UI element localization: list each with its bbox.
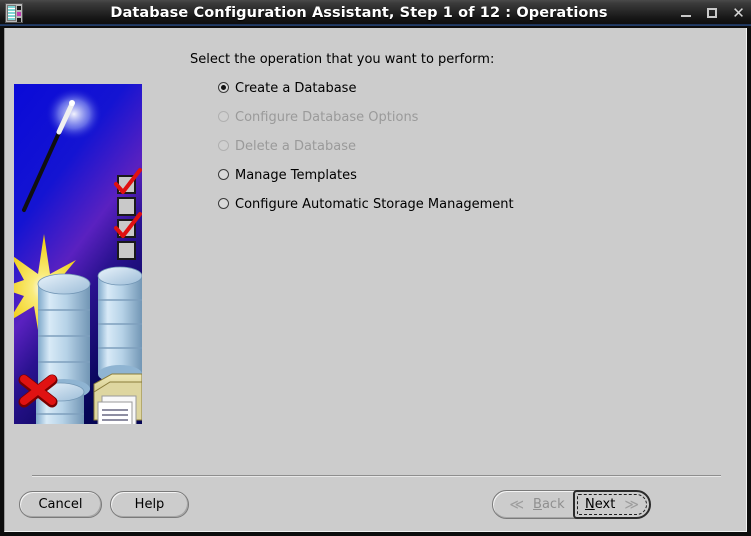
app-icon-dots xyxy=(17,6,21,22)
app-icon-dot-1 xyxy=(17,6,21,10)
window-title: Database Configuration Assistant, Step 1… xyxy=(110,5,608,21)
radio-configure-database-options: Configure Database Options xyxy=(190,108,730,126)
radio-indicator xyxy=(218,140,229,151)
help-button[interactable]: Help xyxy=(110,491,189,518)
radio-label: Manage Templates xyxy=(235,167,357,183)
dbca-splash-graphic xyxy=(14,84,142,424)
prompt-label: Select the operation that you want to pe… xyxy=(190,52,495,67)
radio-label: Delete a Database xyxy=(235,138,356,154)
title-bar[interactable]: Database Configuration Assistant, Step 1… xyxy=(0,0,751,26)
close-icon[interactable]: ✕ xyxy=(732,6,745,21)
footer-separator xyxy=(32,475,721,477)
app-icon-dot-2 xyxy=(17,12,21,16)
database-cylinder-icon xyxy=(97,266,142,383)
splash-artwork-svg xyxy=(14,84,142,424)
radio-label: Create a Database xyxy=(235,80,357,96)
radio-indicator[interactable] xyxy=(218,169,229,180)
app-icon-grid xyxy=(7,5,16,21)
radio-indicator[interactable] xyxy=(218,82,229,93)
application-window: Database Configuration Assistant, Step 1… xyxy=(0,0,751,536)
minimize-icon[interactable] xyxy=(680,6,693,20)
radio-configure-automatic-storage-management[interactable]: Configure Automatic Storage Management xyxy=(190,195,730,213)
database-app-icon xyxy=(5,3,23,23)
back-button-label: Back xyxy=(533,497,565,512)
radio-indicator xyxy=(218,111,229,122)
folder-documents-icon xyxy=(93,373,142,424)
operations-panel: Select the operation that you want to pe… xyxy=(190,52,730,224)
radio-label: Configure Automatic Storage Management xyxy=(235,196,514,212)
next-button-label: Next xyxy=(585,497,616,512)
navigation-button-group: ≪ Back Next ≫ xyxy=(492,490,651,519)
maximize-icon[interactable] xyxy=(706,6,719,20)
cancel-button[interactable]: Cancel xyxy=(19,491,102,518)
radio-create-a-database[interactable]: Create a Database xyxy=(190,79,730,97)
next-button[interactable]: Next ≫ xyxy=(573,490,651,519)
chevron-right-icon: ≫ xyxy=(624,496,639,513)
radio-manage-templates[interactable]: Manage Templates xyxy=(190,166,730,184)
dialog-client-area: Select the operation that you want to pe… xyxy=(4,28,747,532)
window-controls: ✕ xyxy=(680,0,745,26)
radio-label: Configure Database Options xyxy=(235,109,419,125)
radio-indicator[interactable] xyxy=(218,198,229,209)
radio-delete-a-database: Delete a Database xyxy=(190,137,730,155)
app-icon-dot-3 xyxy=(17,18,21,22)
back-button: ≪ Back xyxy=(492,490,582,519)
chevron-left-icon: ≪ xyxy=(509,496,525,513)
